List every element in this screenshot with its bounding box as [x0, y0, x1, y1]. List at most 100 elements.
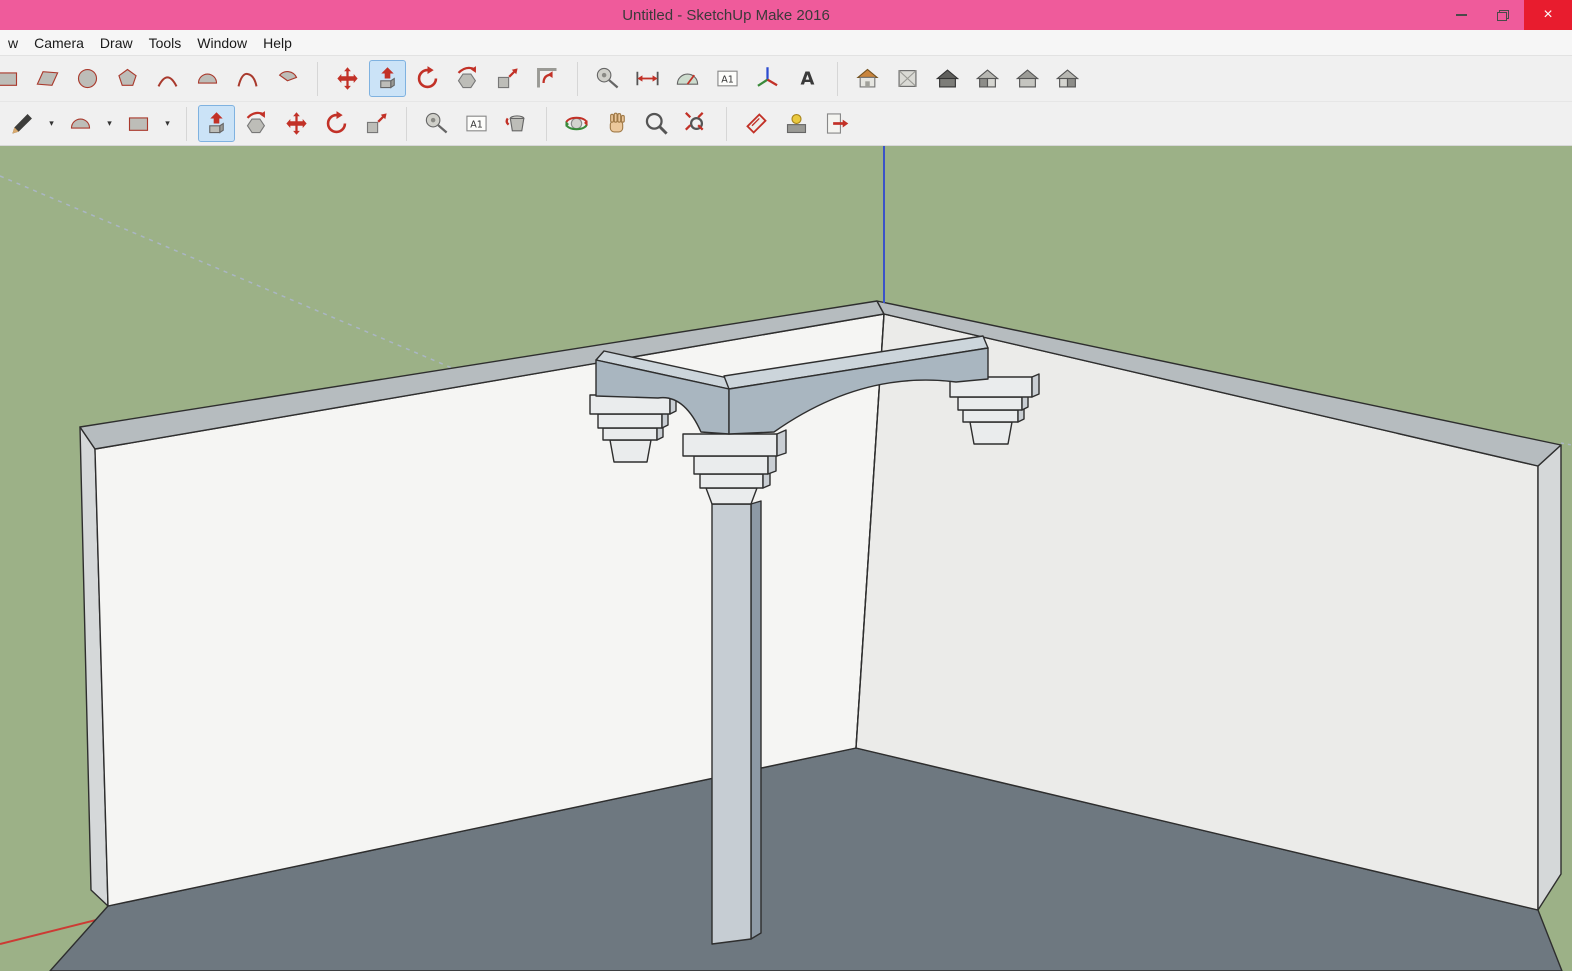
zoom-extents-tool-button[interactable] [678, 105, 715, 142]
rotate-tool-button[interactable] [409, 60, 446, 97]
follow-me-tool-2-button[interactable] [238, 105, 275, 142]
dimension-tool-icon [634, 65, 661, 92]
arc-tool-button[interactable] [149, 60, 186, 97]
sketchup-window: Untitled - SketchUp Make 2016 × w Camera… [0, 0, 1572, 971]
right-pilaster-tier1-side[interactable] [1031, 373, 1040, 398]
protractor-tool-icon [674, 65, 701, 92]
menu-camera[interactable]: Camera [26, 30, 92, 55]
follow-me-tool-2-icon [243, 110, 270, 137]
back-view-icon [1014, 65, 1041, 92]
restore-button[interactable] [1482, 0, 1524, 30]
menu-item-label: w [8, 34, 19, 51]
zoom-tool-button[interactable] [638, 105, 675, 142]
capital-tier1-side[interactable] [776, 429, 787, 457]
3d-viewport[interactable] [0, 146, 1572, 971]
arcs-tool-flyout-button[interactable]: ▾ [102, 105, 117, 142]
text-tool-icon [714, 65, 741, 92]
orbit-tool-icon [563, 110, 590, 137]
toolbar-separator [726, 106, 727, 141]
push-pull-tool-button[interactable] [369, 60, 406, 97]
follow-me-tool-button[interactable] [449, 60, 486, 97]
section-plane-tool-icon [743, 110, 770, 137]
close-button[interactable]: × [1524, 0, 1572, 30]
move-tool-button[interactable] [329, 60, 366, 97]
right-pilaster-neck[interactable] [969, 421, 1013, 445]
right-pilaster-tier3[interactable] [962, 409, 1019, 423]
iso-view-button[interactable] [849, 60, 886, 97]
line-tool-flyout-button[interactable]: ▾ [44, 105, 59, 142]
left-pilaster-tier2[interactable] [597, 413, 663, 429]
rectangle-shapes-tool-flyout-button[interactable]: ▾ [160, 105, 175, 142]
title-bar[interactable]: Untitled - SketchUp Make 2016 × [0, 0, 1572, 30]
section-plane-tool-button[interactable] [738, 105, 775, 142]
3d-text-tool-icon [794, 65, 821, 92]
right-pilaster-tier2[interactable] [957, 396, 1023, 411]
scale-tool-button[interactable] [489, 60, 526, 97]
rectangle-tool-button[interactable] [0, 60, 26, 97]
zoom-extents-tool-icon [683, 110, 710, 137]
capital-neck[interactable] [705, 487, 758, 505]
front-view-button[interactable] [929, 60, 966, 97]
menu-bar: w Camera Draw Tools Window Help [0, 30, 1572, 56]
tape-measure-tool-2-icon [423, 110, 450, 137]
minimize-button[interactable] [1440, 0, 1482, 30]
tape-measure-tool-2-button[interactable] [418, 105, 455, 142]
toolbar-row-1 [0, 56, 1572, 101]
column-side-face[interactable] [750, 500, 762, 940]
rectangle-shapes-tool-icon [125, 110, 152, 137]
capital-tier2[interactable] [693, 455, 769, 475]
scale-tool-2-button[interactable] [358, 105, 395, 142]
left-view-button[interactable] [1049, 60, 1086, 97]
text-tool-button[interactable] [709, 60, 746, 97]
menu-item-label: Window [197, 34, 248, 51]
capital-tier1[interactable] [682, 433, 778, 457]
paint-bucket-tool-button[interactable] [498, 105, 535, 142]
export-share-button[interactable] [818, 105, 855, 142]
orbit-tool-button[interactable] [558, 105, 595, 142]
menu-help[interactable]: Help [255, 30, 300, 55]
menu-item-label: Camera [34, 34, 84, 51]
rotate-tool-icon [414, 65, 441, 92]
line-tool-icon [9, 110, 36, 137]
line-tool-button[interactable] [4, 105, 41, 142]
move-tool-2-button[interactable] [278, 105, 315, 142]
capital-tier3[interactable] [699, 473, 764, 489]
shadows-toggle-button[interactable] [778, 105, 815, 142]
dimension-tool-button[interactable] [629, 60, 666, 97]
left-pilaster-neck[interactable] [609, 439, 652, 463]
3d-text-tool-button[interactable] [789, 60, 826, 97]
menu-window[interactable]: Window [189, 30, 255, 55]
polygon-tool-button[interactable] [109, 60, 146, 97]
right-wall-end-cap[interactable] [1537, 444, 1562, 911]
move-tool-2-icon [283, 110, 310, 137]
three-point-arc-tool-button[interactable] [229, 60, 266, 97]
rectangle-shapes-tool-button[interactable] [120, 105, 157, 142]
arcs-tool-button[interactable] [62, 105, 99, 142]
back-view-button[interactable] [1009, 60, 1046, 97]
text-tool-2-button[interactable] [458, 105, 495, 142]
iso-view-icon [854, 65, 881, 92]
menu-tools[interactable]: Tools [141, 30, 190, 55]
paint-bucket-tool-icon [503, 110, 530, 137]
column-front-face[interactable] [711, 503, 752, 945]
protractor-tool-button[interactable] [669, 60, 706, 97]
pie-tool-button[interactable] [269, 60, 306, 97]
export-share-icon [823, 110, 850, 137]
push-pull-tool-2-button[interactable] [198, 105, 235, 142]
top-view-button[interactable] [889, 60, 926, 97]
axes-tool-button[interactable] [749, 60, 786, 97]
left-view-icon [1054, 65, 1081, 92]
three-point-arc-tool-icon [234, 65, 261, 92]
rotated-rectangle-tool-button[interactable] [29, 60, 66, 97]
menu-item-label: Draw [99, 34, 133, 51]
menu-draw[interactable]: Draw [92, 30, 141, 55]
menu-view-partial[interactable]: w [0, 30, 26, 55]
pan-tool-button[interactable] [598, 105, 635, 142]
circle-tool-button[interactable] [69, 60, 106, 97]
tape-measure-tool-button[interactable] [589, 60, 626, 97]
offset-tool-button[interactable] [529, 60, 566, 97]
left-pilaster-tier3[interactable] [602, 427, 658, 441]
rotate-tool-2-button[interactable] [318, 105, 355, 142]
two-point-arc-tool-button[interactable] [189, 60, 226, 97]
right-view-button[interactable] [969, 60, 1006, 97]
